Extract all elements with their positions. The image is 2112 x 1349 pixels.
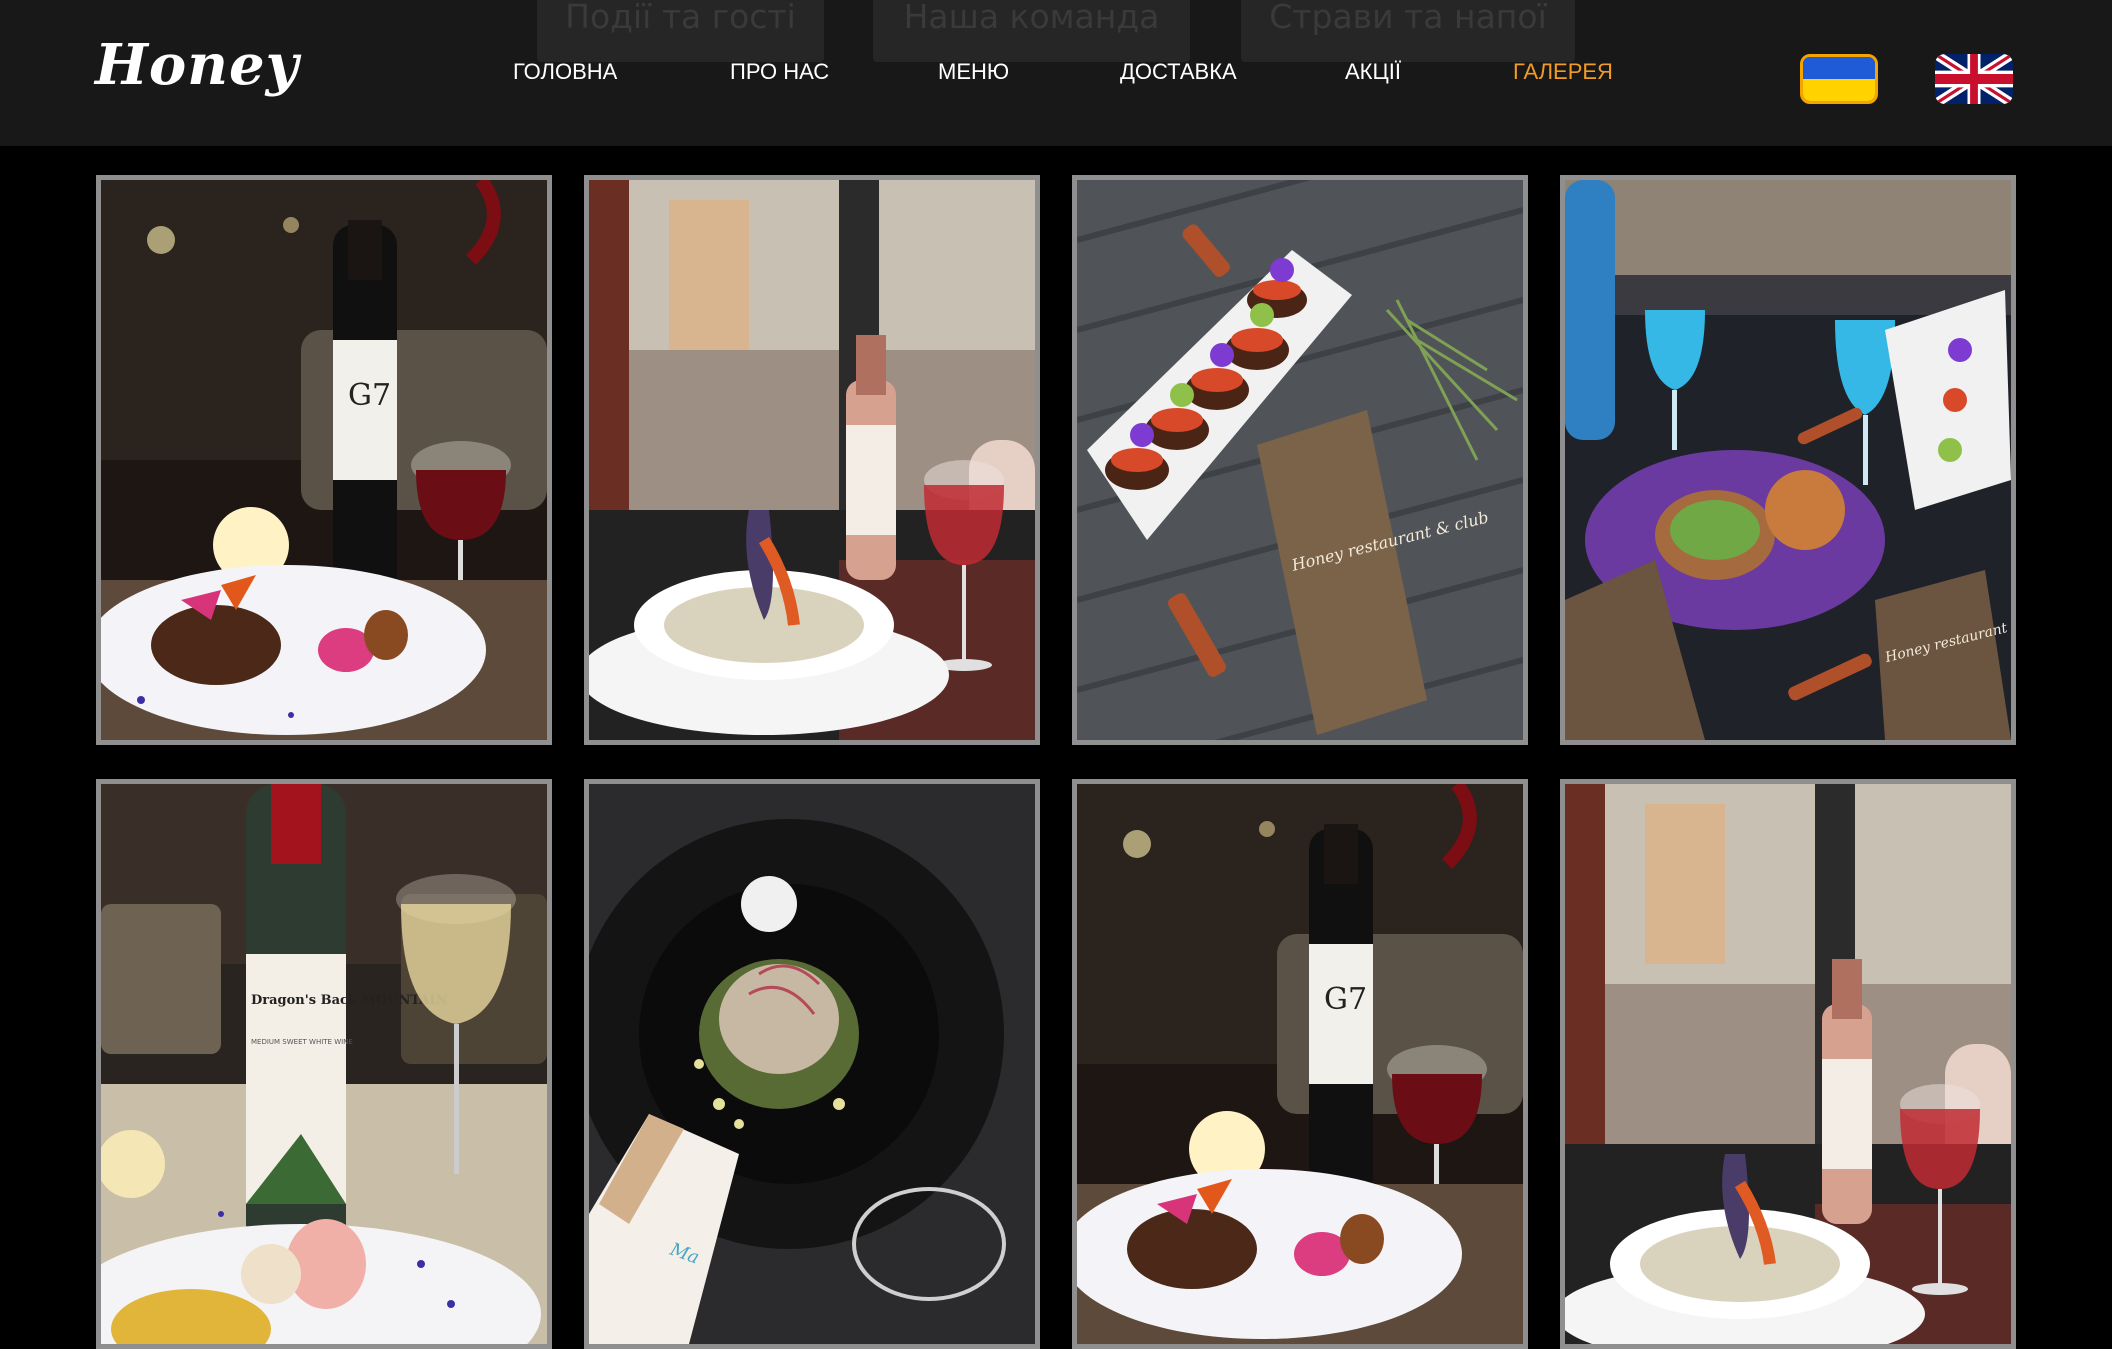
nav-delivery[interactable]: ДОСТАВКА <box>1120 56 1237 88</box>
nav-menu[interactable]: МЕНЮ <box>938 56 1009 88</box>
honey-logo[interactable]: Honey <box>95 30 298 100</box>
bottle-label-text-3: G7 <box>1324 982 1367 1017</box>
gallery-photo-3[interactable]: Honey restaurant & club <box>1072 175 1528 745</box>
bottle-sub-text: MEDIUM SWEET WHITE WINE <box>251 1038 353 1046</box>
gallery-photo-5[interactable]: Dragon's Back MOUNTAIN MEDIUM SWEET WHIT… <box>96 779 552 1349</box>
subtab-dishes[interactable]: Страви та напої <box>1241 0 1575 62</box>
nav-about[interactable]: ПРО НАС <box>730 56 829 88</box>
gallery-photo-4[interactable]: Honey restaurant & club <box>1560 175 2016 745</box>
bottle-label-text: G7 <box>348 378 391 413</box>
subtab-team[interactable]: Наша команда <box>873 0 1190 62</box>
subtab-events[interactable]: Події та гості <box>537 0 824 62</box>
photo-gallery: G7 Honey restaurant & club Honey restaur… <box>0 146 2112 1349</box>
gallery-photo-8[interactable] <box>1560 779 2016 1349</box>
nav-home[interactable]: ГОЛОВНА <box>513 56 617 88</box>
gallery-photo-2[interactable] <box>584 175 1040 745</box>
nav-gallery[interactable]: ГАЛЕРЕЯ <box>1513 56 1613 88</box>
gallery-photo-1[interactable]: G7 <box>96 175 552 745</box>
gallery-photo-6[interactable]: Ma <box>584 779 1040 1349</box>
site-header: Події та гості Наша команда Страви та на… <box>0 0 2112 146</box>
ukrainian-flag-icon[interactable] <box>1800 54 1878 104</box>
gallery-photo-7[interactable]: G7 <box>1072 779 1528 1349</box>
uk-flag-icon[interactable] <box>1935 54 2013 104</box>
nav-promotions[interactable]: АКЦІЇ <box>1345 56 1401 88</box>
